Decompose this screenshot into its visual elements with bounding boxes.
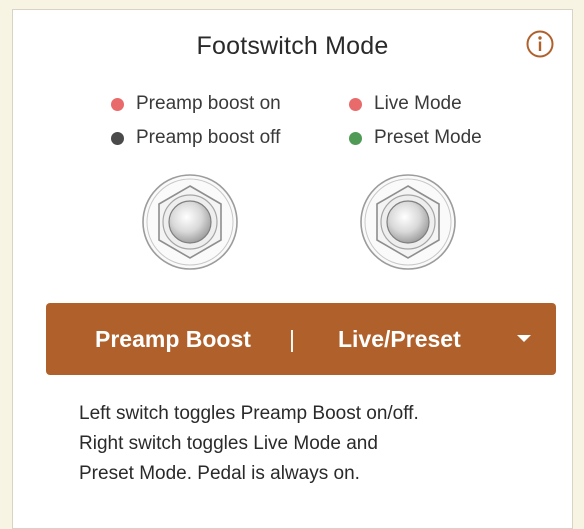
- legend-preamp-boost: Preamp boost on Preamp boost off: [111, 87, 281, 155]
- left-footswitch-icon[interactable]: [140, 172, 240, 272]
- legend-label: Live Mode: [374, 93, 462, 114]
- legend-item-preset-mode: Preset Mode: [349, 121, 482, 155]
- legend-label: Preamp boost on: [136, 93, 281, 114]
- footswitch-mode-panel: Footswitch Mode Preamp boost on Preamp b…: [12, 9, 573, 529]
- mode-description: Left switch toggles Preamp Boost on/off.…: [79, 399, 549, 489]
- mode-option-live-preset: Live/Preset: [338, 326, 461, 352]
- status-dot-red: [111, 97, 124, 111]
- chevron-down-icon[interactable]: [517, 335, 531, 342]
- legend-live-preset: Live Mode Preset Mode: [349, 87, 482, 155]
- page-title: Footswitch Mode: [196, 32, 389, 60]
- info-icon[interactable]: [525, 29, 555, 59]
- legend-item-preamp-on: Preamp boost on: [111, 87, 281, 121]
- mode-separator: |: [289, 326, 295, 352]
- legend-item-preamp-off: Preamp boost off: [111, 121, 281, 155]
- description-line: Left switch toggles Preamp Boost on/off.: [79, 403, 419, 424]
- legend-label: Preset Mode: [374, 127, 482, 148]
- status-dot-dark: [111, 131, 124, 145]
- legend-label: Preamp boost off: [136, 127, 281, 148]
- footswitch-mode-dropdown[interactable]: Preamp Boost | Live/Preset: [46, 303, 556, 375]
- description-line: Preset Mode. Pedal is always on.: [79, 463, 360, 484]
- status-dot-green: [349, 131, 362, 145]
- legend-item-live-mode: Live Mode: [349, 87, 482, 121]
- mode-option-preamp-boost: Preamp Boost: [95, 326, 251, 352]
- description-line: Right switch toggles Live Mode and: [79, 433, 378, 454]
- right-footswitch-icon[interactable]: [358, 172, 458, 272]
- status-dot-red: [349, 97, 362, 111]
